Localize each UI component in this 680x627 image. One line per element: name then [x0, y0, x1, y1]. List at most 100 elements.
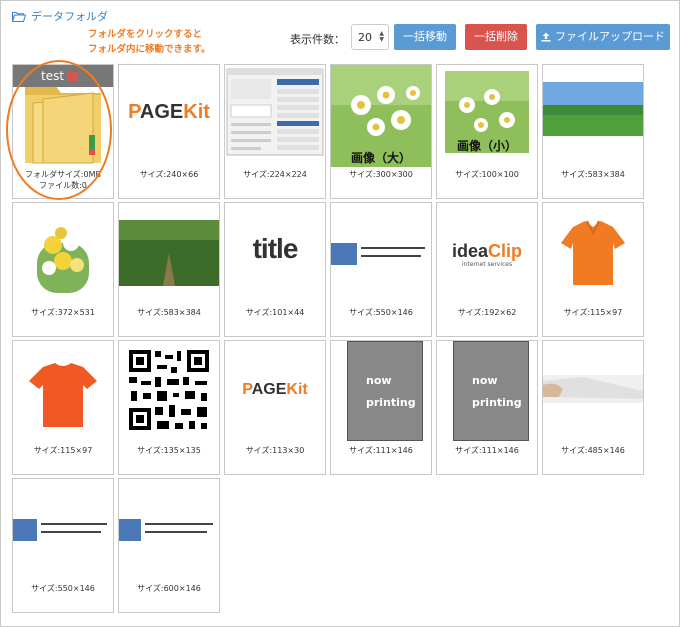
- meadow-thumb: [543, 65, 643, 167]
- keyboard-thumb: [543, 341, 643, 443]
- breadcrumb[interactable]: データフォルダ: [12, 8, 108, 24]
- display-count-select[interactable]: 20 ▲ ▼: [351, 24, 389, 50]
- title-logo-thumb: title: [225, 203, 325, 305]
- banner-thumb: [119, 479, 219, 581]
- file-card[interactable]: サイズ:583×384: [542, 64, 644, 199]
- printing-label: printing: [472, 396, 522, 409]
- file-card[interactable]: サイズ:583×384: [118, 202, 220, 337]
- spinner-arrows-icon: ▲ ▼: [379, 30, 384, 43]
- file-size: サイズ:550×146: [31, 584, 95, 593]
- file-card[interactable]: 画像（大） サイズ:300×300: [330, 64, 432, 199]
- file-grid: test フォルダサイズ:0MB ファイル数:0 PAGEKit サイズ:240…: [12, 64, 652, 614]
- now-label: now: [366, 374, 392, 387]
- pagekit-logo-thumb: PAGEKit: [119, 65, 219, 167]
- display-count-value: 20: [358, 31, 372, 44]
- file-upload-button[interactable]: ファイルアップロード: [536, 24, 670, 50]
- file-size: サイズ:101×44: [245, 308, 305, 317]
- printing-label: printing: [366, 396, 416, 409]
- image-label-large: 画像（大）: [350, 151, 411, 165]
- forest-photo: [119, 220, 219, 286]
- banner-thumb: [13, 479, 113, 581]
- file-size: サイズ:240×66: [139, 170, 199, 179]
- polo-shirt-image: [561, 220, 625, 285]
- banner-image: [331, 241, 431, 267]
- folder-name-bar: test: [13, 65, 113, 87]
- polo-shirt-thumb: [543, 203, 643, 305]
- folder-size: フォルダサイズ:0MB: [25, 170, 101, 179]
- file-card[interactable]: 画像（小） サイズ:100×100: [436, 64, 538, 199]
- display-count-label: 表示件数：: [290, 33, 345, 46]
- tshirt-thumb: [13, 341, 113, 443]
- file-size: サイズ:113×30: [245, 446, 305, 455]
- file-size: サイズ:224×224: [243, 170, 307, 179]
- file-card[interactable]: サイズ:372×531: [12, 202, 114, 337]
- banner-thumb: [331, 203, 431, 305]
- file-size: サイズ:485×146: [561, 446, 625, 455]
- now-printing-thumb: now printing: [437, 341, 537, 443]
- file-size: サイズ:372×531: [31, 308, 95, 317]
- breadcrumb-label[interactable]: データフォルダ: [31, 8, 108, 24]
- file-size: サイズ:550×146: [349, 308, 413, 317]
- daisy-large-thumb: 画像（大）: [331, 65, 431, 167]
- forest-path-thumb: [119, 203, 219, 305]
- qr-code-thumb: [119, 341, 219, 443]
- file-size: サイズ:115×97: [563, 308, 623, 317]
- screenshot-thumb: [225, 65, 325, 167]
- file-size: サイズ:583×384: [137, 308, 201, 317]
- file-size: サイズ:111×146: [455, 446, 519, 455]
- folder-open-icon: [12, 11, 26, 22]
- file-card[interactable]: サイズ:115×97: [542, 202, 644, 337]
- title-logo: title: [252, 233, 299, 264]
- file-card[interactable]: PAGEKit サイズ:240×66: [118, 64, 220, 199]
- file-size: サイズ:583×384: [561, 170, 625, 179]
- ideaclip-logo-thumb: ideaClip internet services: [437, 203, 537, 305]
- banner-image: [119, 517, 219, 543]
- file-card[interactable]: サイズ:600×146: [118, 478, 220, 613]
- tshirt-image: [29, 363, 97, 427]
- upload-label: ファイルアップロード: [555, 30, 665, 43]
- file-size: サイズ:111×146: [349, 446, 413, 455]
- flower-bouquet-thumb: [13, 203, 113, 305]
- file-card[interactable]: ideaClip internet services サイズ:192×62: [436, 202, 538, 337]
- now-printing-placeholder: now printing: [347, 341, 423, 441]
- now-printing-thumb: now printing: [331, 341, 431, 443]
- folder-name: test: [41, 69, 65, 83]
- folder-file-count: ファイル数:0: [39, 181, 87, 190]
- banner-image: [13, 517, 113, 543]
- screenshot-image: [226, 68, 324, 156]
- now-label: now: [472, 374, 498, 387]
- image-label-small: 画像（小）: [456, 139, 517, 153]
- file-card[interactable]: now printing サイズ:111×146: [436, 340, 538, 475]
- file-card[interactable]: now printing サイズ:111×146: [330, 340, 432, 475]
- file-card[interactable]: サイズ:135×135: [118, 340, 220, 475]
- file-size: サイズ:192×62: [457, 308, 517, 317]
- file-card[interactable]: サイズ:550×146: [330, 202, 432, 337]
- file-size: サイズ:115×97: [33, 446, 93, 455]
- daisy-small-thumb: 画像（小）: [437, 65, 537, 167]
- flower-photo: [37, 227, 89, 293]
- file-card[interactable]: サイズ:485×146: [542, 340, 644, 475]
- file-card[interactable]: サイズ:224×224: [224, 64, 326, 199]
- bulk-move-button[interactable]: 一括移動: [394, 24, 456, 50]
- file-size: サイズ:135×135: [137, 446, 201, 455]
- toolbar: 表示件数： 20 ▲ ▼ 一括移動 一括削除 ファイルアップロード: [0, 24, 680, 52]
- folder-card-test[interactable]: test フォルダサイズ:0MB ファイル数:0: [12, 64, 114, 199]
- delete-mini-icon[interactable]: [67, 72, 79, 81]
- pagekit-logo: PAGEKit: [242, 381, 308, 398]
- ideaclip-logo: ideaClip: [451, 241, 523, 261]
- meadow-photo: [543, 82, 643, 136]
- pagekit-small-thumb: PAGEKit: [225, 341, 325, 443]
- now-printing-placeholder: now printing: [453, 341, 529, 441]
- ideaclip-tagline: internet services: [461, 261, 513, 268]
- file-card[interactable]: PAGEKit サイズ:113×30: [224, 340, 326, 475]
- file-size: サイズ:600×146: [137, 584, 201, 593]
- qr-code-image: [128, 349, 210, 431]
- file-card[interactable]: サイズ:115×97: [12, 340, 114, 475]
- keyboard-photo: [543, 375, 643, 403]
- file-size: サイズ:300×300: [349, 170, 413, 179]
- bulk-delete-button[interactable]: 一括削除: [465, 24, 527, 50]
- upload-icon: [541, 32, 551, 42]
- file-size: サイズ:100×100: [455, 170, 519, 179]
- file-card[interactable]: title サイズ:101×44: [224, 202, 326, 337]
- file-card[interactable]: サイズ:550×146: [12, 478, 114, 613]
